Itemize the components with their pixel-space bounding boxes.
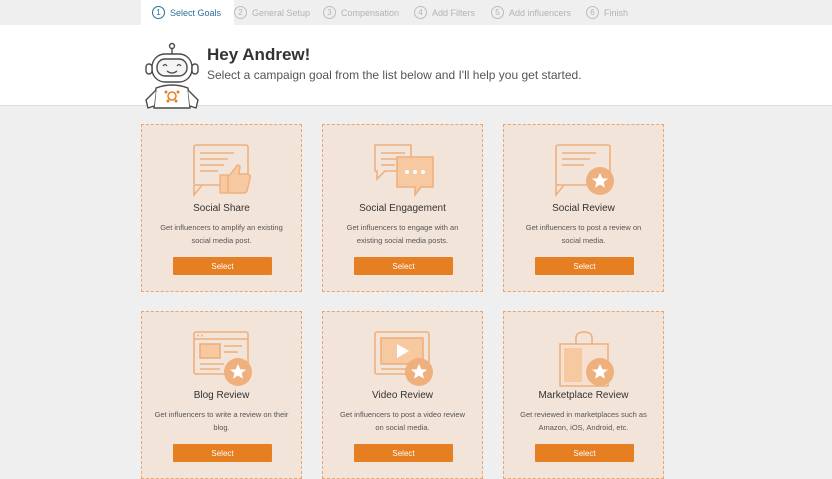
step-number: 4 bbox=[414, 6, 427, 19]
card-title: Social Review bbox=[552, 203, 615, 214]
card-title: Social Engagement bbox=[359, 203, 446, 214]
card-description: Get influencers to engage with an existi… bbox=[346, 223, 459, 245]
step-finish[interactable]: 6 Finish bbox=[586, 0, 628, 25]
chat-bubbles-icon bbox=[374, 144, 434, 198]
card-title: Marketplace Review bbox=[538, 390, 629, 401]
goal-card-social-review[interactable]: Social Review Get influencers to post a … bbox=[503, 124, 664, 292]
thumbs-up-post-icon bbox=[193, 144, 251, 198]
shopping-bag-star-icon bbox=[559, 331, 614, 387]
goal-card-marketplace-review[interactable]: Marketplace Review Get reviewed in marke… bbox=[503, 311, 664, 479]
step-number: 1 bbox=[152, 6, 165, 19]
goal-card-video-review[interactable]: Video Review Get influencers to post a v… bbox=[322, 311, 483, 479]
step-number: 5 bbox=[491, 6, 504, 19]
card-description: Get reviewed in marketplaces such as Ama… bbox=[520, 410, 647, 432]
card-title: Social Share bbox=[193, 203, 250, 214]
card-description: Get influencers to write a review on the… bbox=[154, 410, 289, 432]
step-add-influencers[interactable]: 5 Add influencers bbox=[491, 0, 571, 25]
star-review-icon bbox=[555, 144, 614, 198]
step-general-setup[interactable]: 2 General Setup bbox=[234, 0, 310, 25]
step-compensation[interactable]: 3 Compensation bbox=[323, 0, 399, 25]
step-label: Finish bbox=[604, 7, 629, 18]
step-label: Add influencers bbox=[509, 7, 572, 18]
step-label: General Setup bbox=[252, 7, 311, 18]
goal-card-social-share[interactable]: Social Share Get influencers to amplify … bbox=[141, 124, 302, 292]
greeting-subtitle: Select a campaign goal from the list bel… bbox=[207, 68, 582, 82]
robot-mascot-icon bbox=[145, 42, 199, 109]
campaign-stepper: 1 Select Goals 2 General Setup 3 Compens… bbox=[0, 0, 832, 25]
step-label: Compensation bbox=[341, 7, 400, 18]
welcome-banner: Hey Andrew! Select a campaign goal from … bbox=[0, 25, 832, 109]
select-button[interactable]: Select bbox=[535, 257, 634, 275]
blog-star-icon bbox=[193, 331, 252, 386]
step-number: 6 bbox=[586, 6, 599, 19]
card-description: Get influencers to post a review on soci… bbox=[525, 223, 642, 245]
select-button[interactable]: Select bbox=[535, 444, 634, 462]
step-number: 2 bbox=[234, 6, 247, 19]
card-description: Get influencers to post a video review o… bbox=[339, 410, 466, 432]
goal-card-social-engagement[interactable]: Social Engagement Get influencers to eng… bbox=[322, 124, 483, 292]
step-label: Add Filters bbox=[432, 7, 476, 18]
goal-card-blog-review[interactable]: Blog Review Get influencers to write a r… bbox=[141, 311, 302, 479]
video-star-icon bbox=[374, 331, 433, 386]
step-label: Select Goals bbox=[170, 7, 222, 18]
step-add-filters[interactable]: 4 Add Filters bbox=[414, 0, 475, 25]
card-title: Blog Review bbox=[193, 390, 250, 401]
step-number: 3 bbox=[323, 6, 336, 19]
step-select-goals[interactable]: 1 Select Goals bbox=[141, 0, 234, 25]
card-description: Get influencers to amplify an existing s… bbox=[160, 223, 283, 245]
select-button[interactable]: Select bbox=[173, 257, 272, 275]
select-button[interactable]: Select bbox=[173, 444, 272, 462]
select-button[interactable]: Select bbox=[354, 444, 453, 462]
card-title: Video Review bbox=[372, 390, 433, 401]
greeting-title: Hey Andrew! bbox=[207, 45, 311, 64]
select-button[interactable]: Select bbox=[354, 257, 453, 275]
